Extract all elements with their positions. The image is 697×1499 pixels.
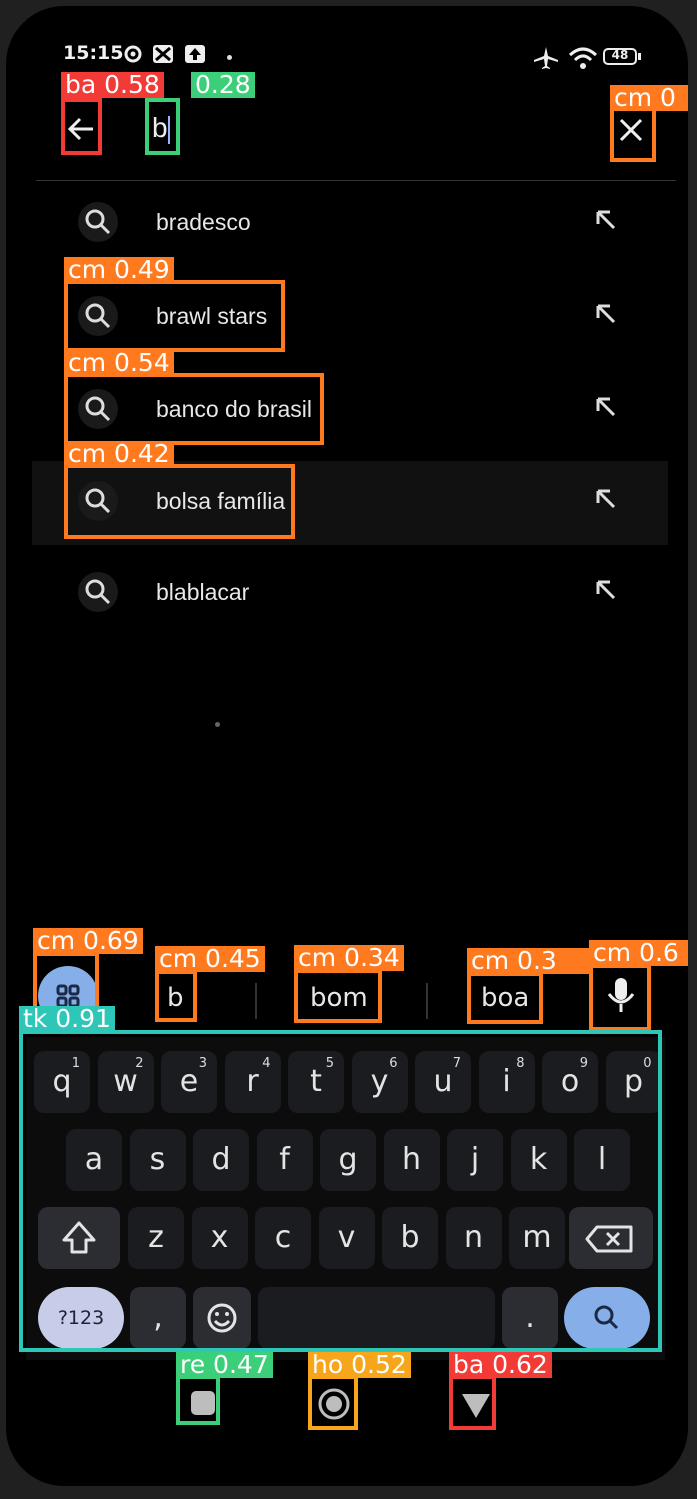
detection-label: tk 0.91: [19, 1006, 115, 1032]
suggestion-item[interactable]: blablacar: [72, 558, 682, 626]
battery-tip: [638, 53, 641, 60]
detection-label: cm 0: [610, 85, 688, 111]
detection-label: cm 0.49: [64, 257, 174, 283]
detection-box: [294, 969, 382, 1023]
fill-query-arrow-icon[interactable]: [594, 302, 620, 328]
detection-label: 0.28: [191, 72, 255, 98]
gallery-status-icon: [153, 45, 173, 63]
screenshot: 15:15 48 b bradesco brawl stars banco do…: [0, 0, 697, 1499]
detection-box: [145, 98, 180, 155]
detection-label: re 0.47: [176, 1352, 273, 1378]
fill-query-arrow-icon[interactable]: [594, 578, 620, 604]
search-icon: [78, 572, 118, 612]
fill-query-arrow-icon[interactable]: [594, 487, 620, 513]
detection-box: [176, 1375, 220, 1425]
airplane-mode-icon: [534, 47, 558, 69]
suggestion-label: blablacar: [156, 579, 250, 605]
detection-box: [589, 964, 651, 1031]
status-time: 15:15: [63, 42, 124, 64]
detection-box: [155, 970, 197, 1022]
detection-box: [64, 464, 295, 539]
detection-box: [19, 1030, 662, 1352]
detection-box: [308, 1375, 358, 1430]
fill-query-arrow-icon[interactable]: [594, 208, 620, 234]
header-divider: [36, 180, 676, 181]
suggestion-label: bradesco: [156, 209, 251, 235]
detection-box: [467, 972, 543, 1024]
detection-box: [64, 280, 285, 352]
detection-box: [64, 373, 324, 445]
search-icon: [78, 202, 118, 242]
detection-label: cm 0.42: [64, 441, 174, 467]
detection-label: cm 0.54: [64, 350, 174, 376]
detection-box: [610, 107, 656, 162]
suggestion-separator: [255, 983, 257, 1019]
detection-label: cm 0.45: [155, 946, 265, 972]
battery-level: 48: [611, 48, 629, 62]
detection-label: cm 0.69: [33, 928, 143, 954]
detection-label: ba 0.62: [449, 1352, 552, 1378]
upload-status-icon: [185, 45, 205, 63]
dust-speck: [215, 722, 220, 727]
fill-query-arrow-icon[interactable]: [594, 395, 620, 421]
detection-label: cm 0.6: [589, 940, 688, 966]
detection-box: [449, 1375, 496, 1430]
suggestion-separator: [426, 983, 428, 1019]
detection-label: cm 0.3: [467, 948, 589, 974]
detection-label: ho 0.52: [308, 1352, 411, 1378]
detection-label: ba 0.58: [61, 72, 164, 98]
notification-dot-icon: [227, 55, 232, 60]
battery-icon: 48: [603, 48, 637, 65]
detection-box: [61, 98, 102, 155]
phone-screen: 15:15 48 b bradesco brawl stars banco do…: [6, 6, 688, 1486]
suggestion-item[interactable]: bradesco: [72, 188, 682, 256]
wifi-icon: [568, 47, 598, 69]
settings-status-icon: [124, 45, 142, 63]
detection-label: cm 0.34: [294, 945, 404, 971]
